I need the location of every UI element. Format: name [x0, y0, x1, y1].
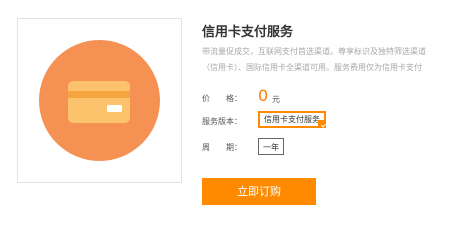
period-option-label: 一年	[263, 143, 279, 152]
version-label: 服务版本：	[202, 117, 242, 126]
product-description: 带流量促成交，互联网支付首选渠道。尊享标识及独特筛选渠道 （信用卡）、国际信用卡…	[202, 44, 455, 76]
description-line: 带流量促成交，互联网支付首选渠道。尊享标识及独特筛选渠道	[202, 47, 426, 56]
product-image-panel	[17, 18, 182, 183]
period-option-one-year[interactable]: 一年	[258, 138, 284, 155]
price-unit: 元	[272, 95, 280, 104]
credit-card-icon	[68, 81, 130, 123]
period-label: 周 期：	[202, 143, 242, 152]
price-label: 价 格：	[202, 94, 242, 103]
price-value: 0	[258, 86, 269, 105]
buy-now-button[interactable]: 立即订购	[202, 178, 316, 205]
version-option-label: 信用卡支付服务	[264, 115, 320, 124]
version-option-credit-card[interactable]: 信用卡支付服务	[258, 111, 326, 128]
product-title: 信用卡支付服务	[202, 25, 294, 40]
description-line: （信用卡）、国际信用卡全渠道可用。服务费用仅为信用卡支付	[202, 63, 422, 72]
selected-check-icon	[318, 120, 326, 128]
card-stripe	[68, 91, 130, 98]
card-chip	[107, 105, 122, 112]
